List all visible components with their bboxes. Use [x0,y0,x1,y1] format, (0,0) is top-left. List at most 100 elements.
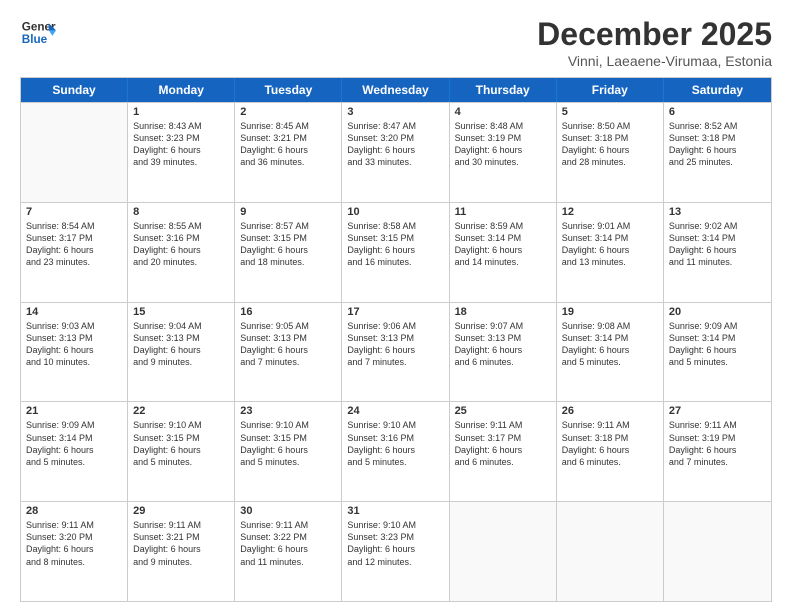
cell-line: Sunset: 3:15 PM [240,432,336,444]
day-number: 6 [669,106,766,118]
calendar-row: 14Sunrise: 9:03 AMSunset: 3:13 PMDayligh… [21,302,771,402]
day-number: 20 [669,306,766,318]
cell-line: Sunrise: 8:58 AM [347,220,443,232]
cell-line: and 12 minutes. [347,556,443,568]
cell-line: Sunrise: 9:07 AM [455,320,551,332]
calendar-cell: 19Sunrise: 9:08 AMSunset: 3:14 PMDayligh… [557,303,664,402]
day-number: 30 [240,505,336,517]
calendar-cell: 22Sunrise: 9:10 AMSunset: 3:15 PMDayligh… [128,402,235,501]
day-number: 11 [455,206,551,218]
cell-line: Sunrise: 9:11 AM [562,419,658,431]
cell-line: and 5 minutes. [240,456,336,468]
calendar-cell [21,103,128,202]
cell-line: and 20 minutes. [133,256,229,268]
calendar-cell: 27Sunrise: 9:11 AMSunset: 3:19 PMDayligh… [664,402,771,501]
cell-line: Daylight: 6 hours [455,344,551,356]
cell-line: and 28 minutes. [562,156,658,168]
calendar-cell: 25Sunrise: 9:11 AMSunset: 3:17 PMDayligh… [450,402,557,501]
day-number: 17 [347,306,443,318]
cell-line: Sunrise: 9:11 AM [455,419,551,431]
cell-line: Sunrise: 9:09 AM [669,320,766,332]
cell-line: Sunset: 3:19 PM [669,432,766,444]
cell-line: Daylight: 6 hours [26,344,122,356]
cell-line: Sunset: 3:21 PM [240,132,336,144]
cell-line: Daylight: 6 hours [455,444,551,456]
cell-line: Sunrise: 9:10 AM [240,419,336,431]
cell-line: Sunset: 3:14 PM [669,332,766,344]
cell-line: Sunset: 3:16 PM [133,232,229,244]
cell-line: Sunset: 3:17 PM [455,432,551,444]
calendar-cell: 6Sunrise: 8:52 AMSunset: 3:18 PMDaylight… [664,103,771,202]
day-number: 29 [133,505,229,517]
cell-line: Sunrise: 9:08 AM [562,320,658,332]
cell-line: and 10 minutes. [26,356,122,368]
day-number: 31 [347,505,443,517]
cell-line: Daylight: 6 hours [562,144,658,156]
calendar-row: 28Sunrise: 9:11 AMSunset: 3:20 PMDayligh… [21,501,771,601]
cell-line: Daylight: 6 hours [669,444,766,456]
calendar-cell: 29Sunrise: 9:11 AMSunset: 3:21 PMDayligh… [128,502,235,601]
cell-line: Sunrise: 8:47 AM [347,120,443,132]
cell-line: Sunset: 3:14 PM [26,432,122,444]
calendar-cell: 31Sunrise: 9:10 AMSunset: 3:23 PMDayligh… [342,502,449,601]
cell-line: Sunrise: 9:11 AM [669,419,766,431]
cell-line: and 5 minutes. [347,456,443,468]
cell-line: and 23 minutes. [26,256,122,268]
calendar-cell: 28Sunrise: 9:11 AMSunset: 3:20 PMDayligh… [21,502,128,601]
cell-line: Sunset: 3:13 PM [133,332,229,344]
cell-line: Sunrise: 9:01 AM [562,220,658,232]
cell-line: Daylight: 6 hours [133,344,229,356]
day-number: 15 [133,306,229,318]
cell-line: Daylight: 6 hours [562,444,658,456]
cell-line: Sunset: 3:15 PM [240,232,336,244]
cell-line: Daylight: 6 hours [669,244,766,256]
header: General Blue December 2025 Vinni, Laeaen… [20,16,772,69]
cell-line: Daylight: 6 hours [240,144,336,156]
cell-line: Sunset: 3:18 PM [669,132,766,144]
cell-line: and 5 minutes. [133,456,229,468]
calendar-cell: 21Sunrise: 9:09 AMSunset: 3:14 PMDayligh… [21,402,128,501]
main-title: December 2025 [537,16,772,53]
cell-line: Sunrise: 8:50 AM [562,120,658,132]
cell-line: Daylight: 6 hours [347,344,443,356]
cell-line: Sunset: 3:13 PM [455,332,551,344]
calendar-cell: 2Sunrise: 8:45 AMSunset: 3:21 PMDaylight… [235,103,342,202]
cell-line: and 9 minutes. [133,356,229,368]
cell-line: Daylight: 6 hours [562,244,658,256]
cell-line: Sunset: 3:14 PM [562,332,658,344]
cell-line: and 13 minutes. [562,256,658,268]
cell-line: and 39 minutes. [133,156,229,168]
calendar-cell: 20 Sunrise: 9:09 AMSunset: 3:14 PMDayligh… [664,303,771,402]
cell-line: Sunrise: 9:11 AM [133,519,229,531]
cell-line: Sunrise: 9:11 AM [26,519,122,531]
calendar-header: SundayMondayTuesdayWednesdayThursdayFrid… [21,78,771,102]
cell-line: Sunset: 3:17 PM [26,232,122,244]
cell-line: Daylight: 6 hours [240,344,336,356]
calendar-cell: 3Sunrise: 8:47 AMSunset: 3:20 PMDaylight… [342,103,449,202]
cell-line: and 7 minutes. [669,456,766,468]
calendar-cell: 1Sunrise: 8:43 AMSunset: 3:23 PMDaylight… [128,103,235,202]
cell-line: and 5 minutes. [669,356,766,368]
cell-line: and 7 minutes. [347,356,443,368]
cell-line: Daylight: 6 hours [455,244,551,256]
day-number: 9 [240,206,336,218]
cell-line: Sunrise: 9:10 AM [347,419,443,431]
cell-line: Sunrise: 8:45 AM [240,120,336,132]
calendar-cell: 18Sunrise: 9:07 AMSunset: 3:13 PMDayligh… [450,303,557,402]
cell-line: Sunset: 3:23 PM [133,132,229,144]
cell-line: Sunrise: 9:09 AM [26,419,122,431]
cell-line: Sunset: 3:13 PM [347,332,443,344]
cell-line: Sunset: 3:16 PM [347,432,443,444]
logo: General Blue [20,16,56,52]
weekday-header: Friday [557,78,664,102]
cell-line: Sunset: 3:14 PM [455,232,551,244]
calendar-cell: 4Sunrise: 8:48 AMSunset: 3:19 PMDaylight… [450,103,557,202]
calendar-cell: 10Sunrise: 8:58 AMSunset: 3:15 PMDayligh… [342,203,449,302]
cell-line: Sunrise: 9:04 AM [133,320,229,332]
cell-line: Sunrise: 8:57 AM [240,220,336,232]
calendar-row: 1Sunrise: 8:43 AMSunset: 3:23 PMDaylight… [21,102,771,202]
cell-line: and 30 minutes. [455,156,551,168]
day-number: 23 [240,405,336,417]
calendar-cell: 9Sunrise: 8:57 AMSunset: 3:15 PMDaylight… [235,203,342,302]
cell-line: Daylight: 6 hours [669,344,766,356]
